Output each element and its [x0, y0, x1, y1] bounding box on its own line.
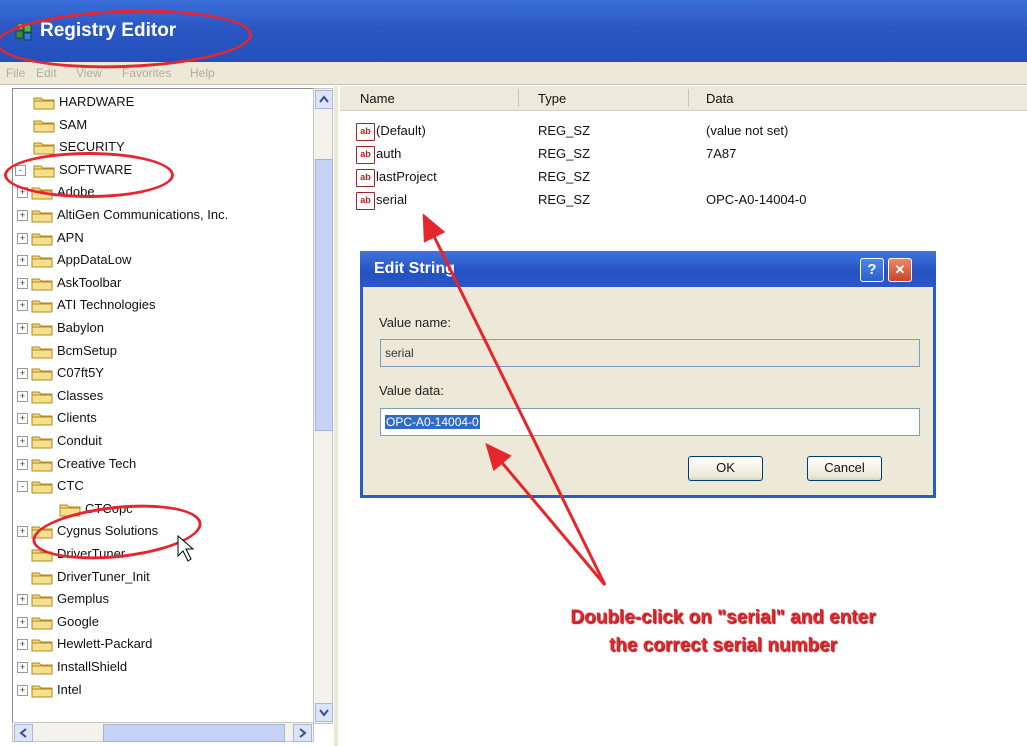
annotation-line-2: the correct serial number — [608, 635, 838, 656]
mouse-cursor-icon — [177, 534, 195, 562]
arrow-to-serial — [422, 213, 607, 586]
annotation-line-1: Double-click on "serial" and enter — [570, 607, 876, 628]
